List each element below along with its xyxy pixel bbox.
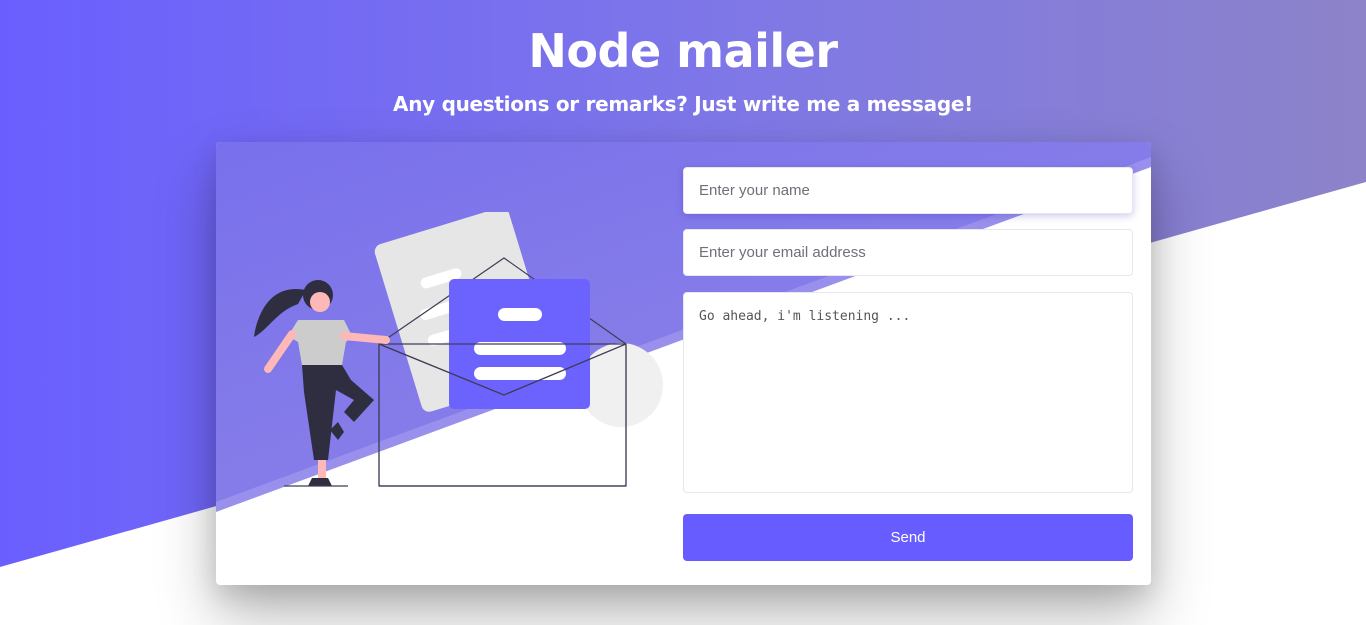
page-subtitle: Any questions or remarks? Just write me … (393, 92, 973, 116)
message-textarea[interactable] (683, 292, 1133, 493)
contact-card: Send (216, 142, 1151, 585)
name-input[interactable] (683, 167, 1133, 214)
page-title: Node mailer (528, 24, 838, 78)
woman-opening-envelope-illustration (254, 212, 663, 487)
send-button[interactable]: Send (683, 514, 1133, 561)
woman-figure-icon (254, 280, 390, 487)
contact-form: Send (683, 167, 1133, 561)
email-input[interactable] (683, 229, 1133, 276)
